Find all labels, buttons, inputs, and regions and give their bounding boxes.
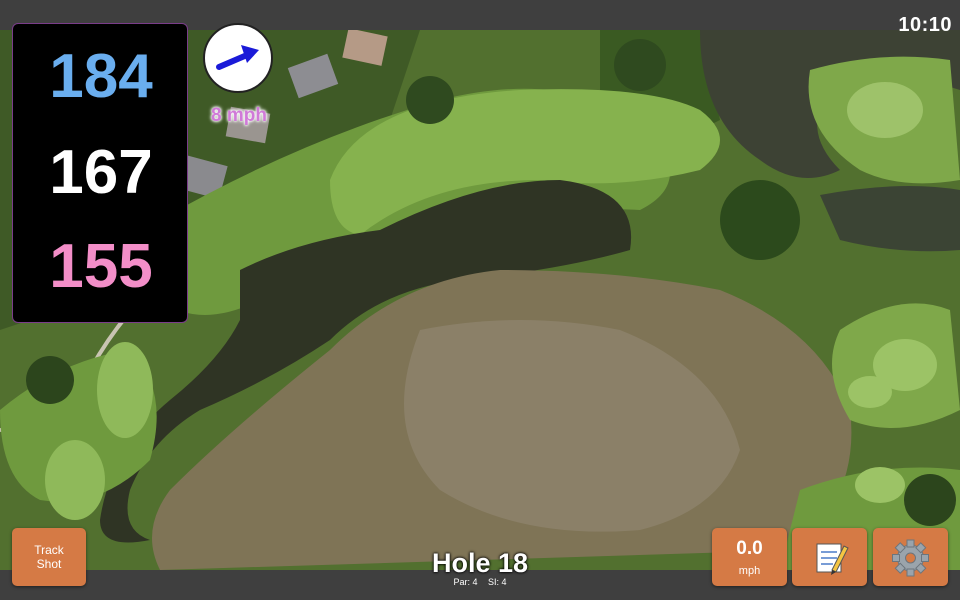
hole-par: Par: 4 — [453, 577, 478, 587]
yardage-panel: 184 167 155 — [12, 23, 188, 323]
wind-arrow-icon — [216, 45, 259, 70]
wind-indicator — [203, 23, 273, 93]
track-shot-button[interactable]: Track Shot — [12, 528, 86, 586]
hole-meta: Par: 4 SI: 4 — [380, 577, 580, 587]
front-yardage: 155 — [49, 232, 153, 301]
hole-stroke-index: SI: 4 — [488, 577, 507, 587]
settings-button[interactable] — [873, 528, 948, 586]
middle-yardage: 167 — [49, 138, 153, 207]
notepad-icon — [816, 543, 849, 575]
gear-icon — [892, 539, 929, 577]
speed-unit: mph — [738, 565, 761, 577]
speed-value: 0.0 — [736, 538, 763, 559]
speed-button[interactable]: 0.0 mph — [712, 528, 787, 586]
status-clock: 10:10 — [898, 14, 952, 36]
hole-title: Hole 18 — [431, 548, 529, 578]
track-shot-label-line2: Shot — [36, 557, 62, 571]
wind-speed: 8 mph — [211, 105, 267, 126]
notes-button[interactable] — [792, 528, 867, 586]
back-yardage: 184 — [49, 42, 153, 111]
track-shot-label-line1: Track — [34, 543, 64, 557]
